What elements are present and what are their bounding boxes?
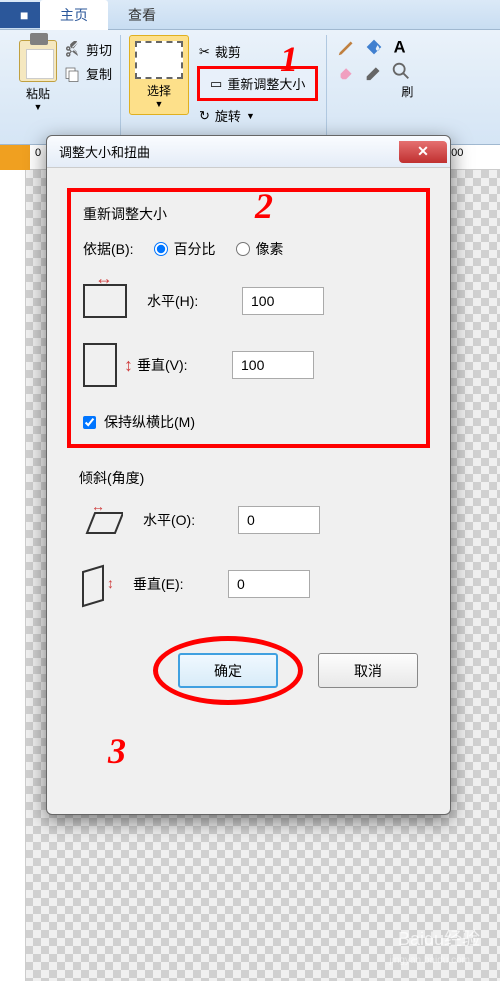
skew-section: 倾斜(角度) ↔ 水平(O): ↕ 垂直(E): [67, 468, 430, 606]
copy-button[interactable]: 复制 [63, 64, 112, 83]
crop-icon: ✂ [199, 44, 210, 60]
svg-text:↔: ↔ [91, 503, 105, 514]
dialog-title: 调整大小和扭曲 [59, 142, 150, 161]
ok-button[interactable]: 确定 [178, 653, 278, 688]
picker-icon[interactable] [362, 59, 386, 83]
cancel-button[interactable]: 取消 [318, 653, 418, 688]
vert-input[interactable] [232, 351, 314, 379]
svg-text:↕: ↕ [107, 575, 114, 591]
skew-v-label: 垂直(E): [133, 574, 208, 594]
tools-group: A 刷 [327, 35, 421, 139]
ribbon-tabs: ■ 主页 查看 [0, 0, 500, 30]
skew-v-icon: ↕ [79, 562, 113, 606]
skew-h-label: 水平(O): [143, 510, 218, 530]
eraser-icon[interactable] [335, 59, 359, 83]
text-icon[interactable]: A [389, 35, 413, 59]
resize-title: 重新调整大小 [83, 204, 414, 224]
pencil-icon[interactable] [335, 35, 359, 59]
resize-button[interactable]: ▭ 重新调整大小 [197, 66, 318, 101]
by-label: 依据(B): [83, 239, 134, 259]
horiz-input[interactable] [242, 287, 324, 315]
vert-icon [83, 343, 117, 387]
copy-icon [63, 65, 81, 83]
skew-title: 倾斜(角度) [79, 468, 418, 488]
select-button[interactable]: 选择 ▼ [129, 35, 189, 115]
paste-icon [19, 40, 57, 82]
paste-button[interactable]: 粘贴 ▼ [13, 35, 63, 117]
file-tab[interactable]: ■ [0, 2, 40, 28]
select-icon [135, 41, 183, 79]
percent-radio[interactable] [154, 242, 168, 256]
horiz-icon [83, 284, 127, 318]
aspect-label: 保持纵横比(M) [104, 412, 195, 432]
ribbon-content: 粘贴 ▼ 剪切 复制 选择 ▼ [0, 30, 500, 145]
rotate-icon: ↻ [199, 108, 210, 124]
skew-h-icon: ↔ [79, 503, 123, 537]
watermark-sub: jingyan.baidu.com [389, 955, 470, 966]
horiz-label: 水平(H): [147, 291, 222, 311]
crop-button[interactable]: ✂ 裁剪 [197, 40, 318, 63]
rotate-button[interactable]: ↻ 旋转 ▼ [197, 104, 318, 127]
close-button[interactable]: ✕ [399, 141, 447, 163]
resize-dialog: 调整大小和扭曲 ✕ 重新调整大小 依据(B): 百分比 像素 水平(H): [46, 135, 451, 815]
dialog-titlebar[interactable]: 调整大小和扭曲 ✕ [47, 136, 450, 168]
ok-highlight: 确定 [153, 636, 303, 705]
annotation-3: 3 [108, 730, 126, 772]
vert-label: 垂直(V): [137, 355, 212, 375]
clipboard-group: 粘贴 ▼ 剪切 复制 [5, 35, 121, 139]
cut-icon [63, 41, 81, 59]
view-tab[interactable]: 查看 [108, 0, 176, 30]
brush-label: 刷 [335, 83, 413, 100]
fill-icon[interactable] [362, 35, 386, 59]
annotation-2: 2 [255, 185, 273, 227]
cut-button[interactable]: 剪切 [63, 40, 112, 59]
resize-icon: ▭ [210, 76, 222, 92]
skew-v-input[interactable] [228, 570, 310, 598]
skew-h-input[interactable] [238, 506, 320, 534]
svg-text:A: A [394, 39, 406, 57]
watermark: Baidu经验 [398, 925, 480, 951]
paste-label: 粘贴 [26, 85, 50, 102]
aspect-checkbox[interactable] [83, 416, 96, 429]
zoom-icon[interactable] [389, 59, 413, 83]
pixel-radio[interactable] [236, 242, 250, 256]
annotation-1: 1 [280, 38, 298, 80]
home-tab[interactable]: 主页 [40, 0, 108, 30]
resize-section: 重新调整大小 依据(B): 百分比 像素 水平(H): 垂直(V): [67, 188, 430, 448]
